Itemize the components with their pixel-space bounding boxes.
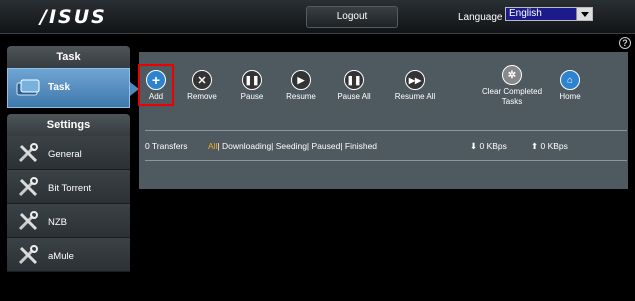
tools-icon (18, 211, 38, 231)
sidebar-item-label: Bit Torrent (48, 183, 92, 194)
asus-logo: /ISUS (40, 6, 107, 28)
clear-completed-button[interactable]: ✲ Clear Completed Tasks (477, 65, 547, 107)
pause-button[interactable]: ❚❚ Pause (237, 70, 267, 102)
sidebar-item-amule[interactable]: aMule (7, 238, 130, 272)
divider (145, 160, 627, 161)
language-select[interactable]: English (505, 7, 593, 21)
divider (145, 130, 627, 131)
resume-all-button[interactable]: ▶▶ Resume All (390, 70, 440, 102)
x-icon: ✕ (192, 70, 212, 90)
sidebar-item-label: NZB (48, 217, 67, 228)
download-speed: ⬇ 0 KBps (470, 141, 507, 152)
upload-speed-value: 0 KBps (540, 141, 568, 151)
pause-all-button[interactable]: ❚❚ Pause All (333, 70, 375, 102)
home-button[interactable]: ⌂ Home (555, 70, 585, 102)
language-value: English (509, 8, 542, 19)
sidebar-item-label: Task (48, 82, 71, 93)
add-button[interactable]: + Add (142, 70, 170, 102)
resume-all-icon: ▶▶ (405, 70, 425, 90)
button-label: Pause All (337, 92, 371, 101)
button-label: Remove (187, 92, 217, 101)
remove-button[interactable]: ✕ Remove (184, 70, 220, 102)
sidebar-item-general[interactable]: General (7, 136, 130, 170)
sidebar: Task Task Settings General Bit Torrent N… (7, 46, 139, 272)
play-icon: ▶ (291, 70, 311, 90)
button-label: Home (559, 92, 581, 101)
download-arrow-icon: ⬇ (470, 141, 478, 151)
pause-icon: ❚❚ (242, 70, 262, 90)
task-icon (16, 79, 40, 96)
sidebar-item-label: General (48, 149, 82, 160)
home-icon: ⌂ (560, 70, 580, 90)
sidebar-item-label: aMule (48, 251, 74, 262)
transfer-count: 0 Transfers (145, 141, 188, 151)
dropdown-arrow-icon[interactable] (576, 8, 592, 20)
download-speed-value: 0 KBps (479, 141, 507, 151)
sidebar-item-nzb[interactable]: NZB (7, 204, 130, 238)
button-label: Clear Completed Tasks (481, 87, 543, 106)
task-header: Task (7, 46, 130, 68)
upload-speed: ⬆ 0 KBps (531, 141, 568, 152)
clear-icon: ✲ (502, 65, 522, 85)
language-label: Language (458, 12, 503, 23)
button-label: Resume All (394, 92, 436, 101)
button-label: Pause (240, 92, 264, 101)
help-icon[interactable]: ? (619, 37, 631, 49)
sidebar-item-bit-torrent[interactable]: Bit Torrent (7, 170, 130, 204)
tools-icon (18, 143, 38, 163)
plus-icon: + (146, 70, 166, 90)
resume-button[interactable]: ▶ Resume (282, 70, 320, 102)
upload-arrow-icon: ⬆ (531, 141, 539, 151)
sidebar-item-task[interactable]: Task (7, 68, 139, 108)
tools-icon (18, 177, 38, 197)
button-label: Add (148, 92, 164, 101)
button-label: Resume (286, 92, 316, 101)
filter-options[interactable]: | Downloading| Seeding| Paused| Finished (217, 141, 377, 151)
settings-header: Settings (7, 114, 130, 136)
logout-button[interactable]: Logout (306, 6, 398, 28)
tools-icon (18, 245, 38, 265)
top-bar: /ISUS Logout Language English (0, 0, 635, 34)
pause-all-icon: ❚❚ (344, 70, 364, 90)
filter-bar: All| Downloading| Seeding| Paused| Finis… (208, 141, 377, 151)
